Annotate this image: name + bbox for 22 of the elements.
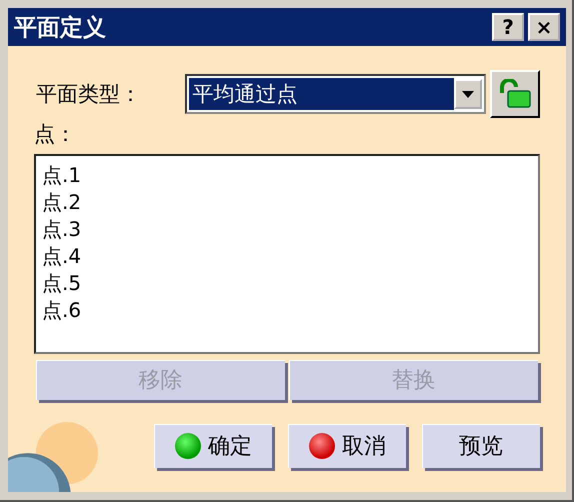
dropdown-arrow-button[interactable] [454, 79, 482, 109]
plane-type-dropdown[interactable]: 平均通过点 [184, 74, 486, 114]
close-button[interactable]: × [528, 13, 560, 41]
list-item[interactable]: 点.5 [42, 270, 532, 297]
list-item[interactable]: 点.6 [42, 297, 532, 324]
list-item[interactable]: 点.2 [42, 189, 532, 216]
lock-button[interactable] [490, 70, 540, 118]
cancel-ball-icon [308, 432, 336, 460]
padlock-icon [498, 79, 532, 109]
plane-type-label: 平面类型： [36, 81, 142, 108]
list-item[interactable]: 点.4 [42, 243, 532, 270]
cancel-button[interactable]: 取消 [288, 424, 406, 468]
window-title: 平面定义 [14, 14, 107, 42]
preview-button[interactable]: 预览 [422, 424, 540, 468]
confirm-ball-icon [174, 432, 202, 460]
list-item[interactable]: 点.3 [42, 216, 532, 243]
points-label: 点： [34, 121, 77, 148]
list-item[interactable]: 点.1 [42, 162, 532, 189]
dropdown-value: 平均通过点 [188, 78, 454, 110]
ok-button[interactable]: 确定 [154, 424, 272, 468]
help-button[interactable]: ? [492, 13, 524, 41]
caret-icon [462, 90, 474, 98]
